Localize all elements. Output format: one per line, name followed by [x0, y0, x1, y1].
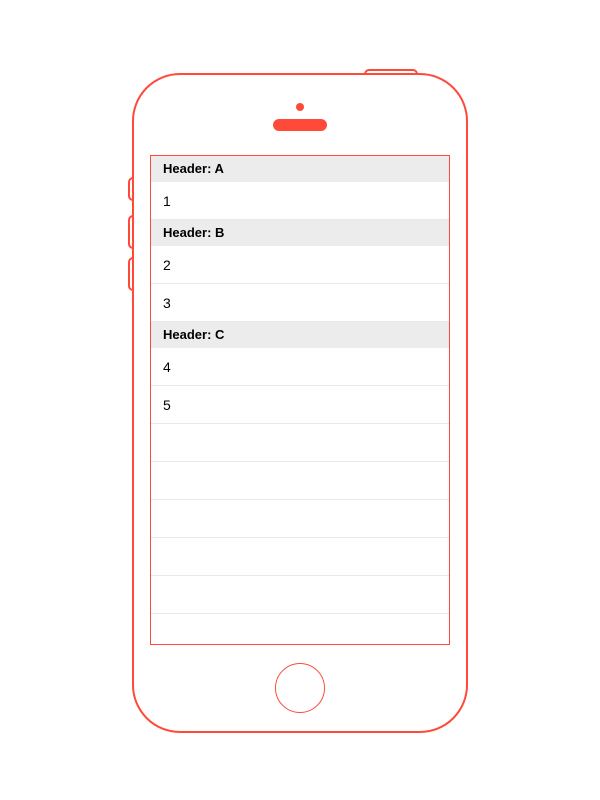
power-button-icon	[364, 69, 418, 75]
canvas: Header: A1Header: B23Header: C45	[0, 0, 600, 800]
list-row-empty	[151, 424, 449, 462]
list-row-empty	[151, 538, 449, 576]
list-row[interactable]: 5	[151, 386, 449, 424]
list-row-empty	[151, 500, 449, 538]
list-row[interactable]: 2	[151, 246, 449, 284]
speaker-icon	[273, 119, 327, 131]
list-row[interactable]: 4	[151, 348, 449, 386]
volume-up-icon	[128, 215, 134, 249]
mute-switch-icon	[128, 177, 134, 201]
camera-icon	[296, 103, 304, 111]
list-row[interactable]: 1	[151, 182, 449, 220]
section-header: Header: B	[151, 220, 449, 246]
section-header: Header: A	[151, 156, 449, 182]
volume-down-icon	[128, 257, 134, 291]
list-row-empty	[151, 576, 449, 614]
list-row-empty	[151, 462, 449, 500]
home-button[interactable]	[275, 663, 325, 713]
screen[interactable]: Header: A1Header: B23Header: C45	[150, 155, 450, 645]
phone-frame: Header: A1Header: B23Header: C45	[132, 73, 468, 733]
section-header: Header: C	[151, 322, 449, 348]
list-row[interactable]: 3	[151, 284, 449, 322]
list-row-empty	[151, 614, 449, 645]
